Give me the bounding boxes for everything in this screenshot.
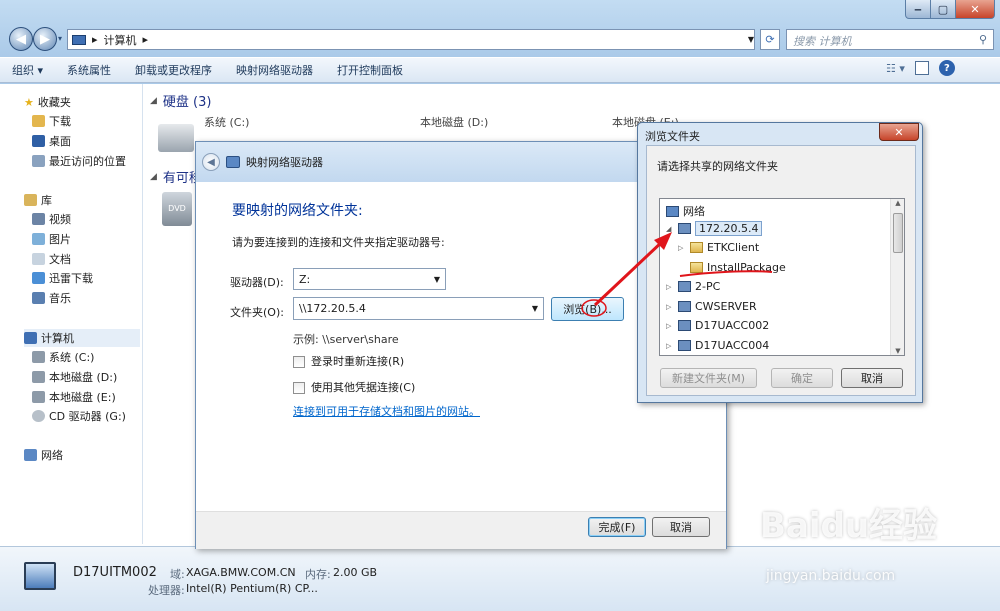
annotation-arrow-line (593, 238, 666, 307)
annotation-circle (581, 299, 607, 317)
baidu-watermark-url: jingyan.baidu.com (766, 568, 896, 584)
baidu-watermark-logo: Baidu经验 (760, 506, 938, 546)
annotation-underline (679, 270, 773, 277)
